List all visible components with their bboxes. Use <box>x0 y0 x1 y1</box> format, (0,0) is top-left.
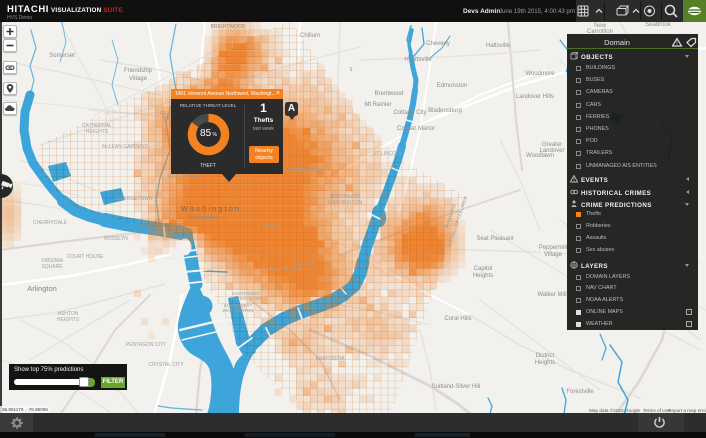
svg-text:FOGGY BOTTOM: FOGGY BOTTOM <box>142 223 183 229</box>
svg-text:District: District <box>536 353 555 359</box>
svg-text:Hyattsville: Hyattsville <box>404 57 432 63</box>
svg-text:PENTAGON CITY: PENTAGON CITY <box>126 342 167 348</box>
svg-text:McLEAN GARDENS: McLEAN GARDENS <box>102 144 149 150</box>
svg-text:WASHINGTON: WASHINGTON <box>328 200 363 206</box>
svg-text:Heights: Heights <box>473 273 493 279</box>
svg-text:Walker Mill: Walker Mill <box>537 292 566 298</box>
svg-text:FT LINCOLN: FT LINCOLN <box>373 151 402 157</box>
svg-text:DOWNTOWN: DOWNTOWN <box>189 215 217 220</box>
svg-text:EDGEWOOD: EDGEWOOD <box>293 168 324 174</box>
svg-text:NOMA: NOMA <box>263 224 279 230</box>
svg-text:Landover Hills: Landover Hills <box>516 94 554 100</box>
svg-text:Landover: Landover <box>539 148 564 154</box>
svg-text:Village: Village <box>544 252 563 258</box>
svg-text:Chillum: Chillum <box>300 33 320 39</box>
svg-text:W a s h i n g t o n: W a s h i n g t o n <box>181 204 239 213</box>
svg-text:WASHINGTON: WASHINGTON <box>223 308 254 313</box>
svg-text:Brentwood: Brentwood <box>375 91 404 97</box>
svg-text:Arlington: Arlington <box>27 284 57 293</box>
svg-text:Forestville: Forestville <box>566 389 594 395</box>
svg-text:Cheverly: Cheverly <box>426 41 450 47</box>
svg-text:GEORGETOWN: GEORGETOWN <box>115 196 153 202</box>
svg-text:CRYSTAL CITY: CRYSTAL CITY <box>148 362 184 368</box>
svg-text:1: 1 <box>350 67 353 73</box>
svg-text:BRIGHTWOOD: BRIGHTWOOD <box>211 24 246 30</box>
svg-text:Colmar Manor: Colmar Manor <box>397 126 435 132</box>
svg-text:ROSSLYN: ROSSLYN <box>104 236 128 242</box>
svg-text:Edmonston: Edmonston <box>437 83 467 89</box>
svg-text:HILL EAST: HILL EAST <box>293 261 318 267</box>
svg-text:TENLEYTOWN: TENLEYTOWN <box>167 174 202 180</box>
svg-text:Capitol: Capitol <box>474 266 493 272</box>
svg-text:Haltsville: Haltsville <box>486 43 511 49</box>
svg-text:Cottage City: Cottage City <box>393 110 426 116</box>
svg-text:HEIGHTS: HEIGHTS <box>57 317 80 323</box>
svg-text:Seabrook: Seabrook <box>645 22 672 28</box>
svg-text:Bladensburg: Bladensburg <box>428 108 462 114</box>
svg-text:WATERFRONT: WATERFRONT <box>230 296 261 301</box>
svg-text:SQUARE: SQUARE <box>41 264 63 270</box>
svg-text:COURT HOUSE: COURT HOUSE <box>67 254 104 260</box>
svg-text:Seat Pleasant: Seat Pleasant <box>476 236 514 242</box>
svg-text:ANACOSTIA: ANACOSTIA <box>316 356 346 362</box>
svg-text:Woodmore: Woodmore <box>525 71 555 77</box>
svg-text:Mt Rainier: Mt Rainier <box>364 102 391 108</box>
svg-text:CAPITOL HILL: CAPITOL HILL <box>268 267 301 273</box>
svg-text:Suitland-Silver Hill: Suitland-Silver Hill <box>432 384 481 390</box>
svg-text:Village: Village <box>129 76 148 82</box>
svg-text:Peppermill: Peppermill <box>539 245 567 251</box>
svg-text:CHERRYDALE: CHERRYDALE <box>33 220 68 226</box>
svg-text:Friendship: Friendship <box>124 68 153 74</box>
svg-text:Heights: Heights <box>535 360 555 366</box>
svg-text:Coral Hills: Coral Hills <box>444 316 471 322</box>
svg-text:HEIGHTS: HEIGHTS <box>86 129 109 135</box>
svg-text:Somerset: Somerset <box>49 53 75 59</box>
